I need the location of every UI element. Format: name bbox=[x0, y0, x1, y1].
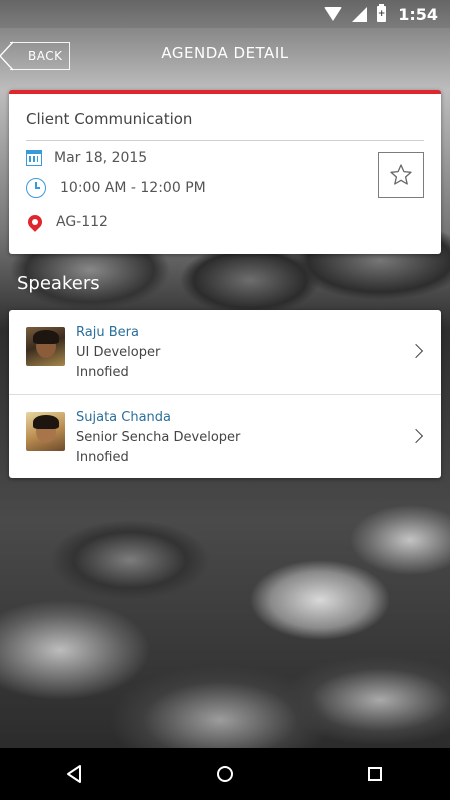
speaker-org: Innofied bbox=[76, 450, 129, 465]
agenda-date-row: Mar 18, 2015 bbox=[26, 150, 147, 166]
square-recent-icon bbox=[368, 767, 382, 781]
speaker-name: Sujata Chanda bbox=[76, 410, 172, 425]
status-time: 1:54 bbox=[398, 4, 438, 24]
app-header: BACK AGENDA DETAIL bbox=[0, 28, 450, 84]
speaker-org: Innofied bbox=[76, 365, 129, 380]
system-nav-bar bbox=[0, 748, 450, 800]
avatar bbox=[26, 327, 65, 366]
speakers-heading: Speakers bbox=[17, 273, 100, 294]
agenda-time-row: 10:00 AM - 12:00 PM bbox=[26, 178, 206, 198]
agenda-title: Client Communication bbox=[26, 110, 193, 128]
agenda-date: Mar 18, 2015 bbox=[54, 150, 148, 166]
nav-home-button[interactable] bbox=[195, 754, 255, 794]
chevron-right-icon bbox=[408, 428, 424, 444]
clock-icon bbox=[26, 178, 46, 198]
avatar-hair bbox=[33, 330, 59, 344]
calendar-icon bbox=[26, 150, 42, 166]
agenda-room-row: AG-112 bbox=[25, 212, 108, 232]
nav-back-button[interactable] bbox=[45, 754, 105, 794]
location-pin-icon bbox=[25, 212, 45, 232]
triangle-back-icon bbox=[67, 765, 81, 783]
speakers-list: Raju Bera UI Developer Innofied Sujata C… bbox=[9, 310, 441, 478]
circle-home-icon bbox=[217, 766, 233, 782]
nav-recent-button[interactable] bbox=[345, 754, 405, 794]
agenda-card: Client Communication Mar 18, 2015 10:00 … bbox=[9, 90, 441, 254]
signal-icon bbox=[352, 6, 368, 22]
favorite-button[interactable] bbox=[378, 152, 424, 198]
wifi-icon bbox=[324, 7, 343, 21]
star-icon bbox=[390, 164, 412, 185]
status-bar: + 1:54 bbox=[0, 0, 450, 28]
chevron-right-icon bbox=[408, 343, 424, 359]
speaker-role: UI Developer bbox=[76, 345, 161, 360]
avatar-hair bbox=[33, 415, 59, 429]
divider bbox=[26, 140, 424, 141]
page-title: AGENDA DETAIL bbox=[161, 44, 289, 62]
speaker-item[interactable]: Sujata Chanda Senior Sencha Developer In… bbox=[9, 394, 441, 479]
speaker-item[interactable]: Raju Bera UI Developer Innofied bbox=[9, 310, 441, 394]
battery-icon: + bbox=[377, 4, 387, 22]
agenda-time: 10:00 AM - 12:00 PM bbox=[60, 180, 206, 196]
speaker-name: Raju Bera bbox=[76, 325, 139, 340]
agenda-room: AG-112 bbox=[56, 214, 108, 230]
speaker-role: Senior Sencha Developer bbox=[76, 430, 241, 445]
avatar bbox=[26, 412, 65, 451]
